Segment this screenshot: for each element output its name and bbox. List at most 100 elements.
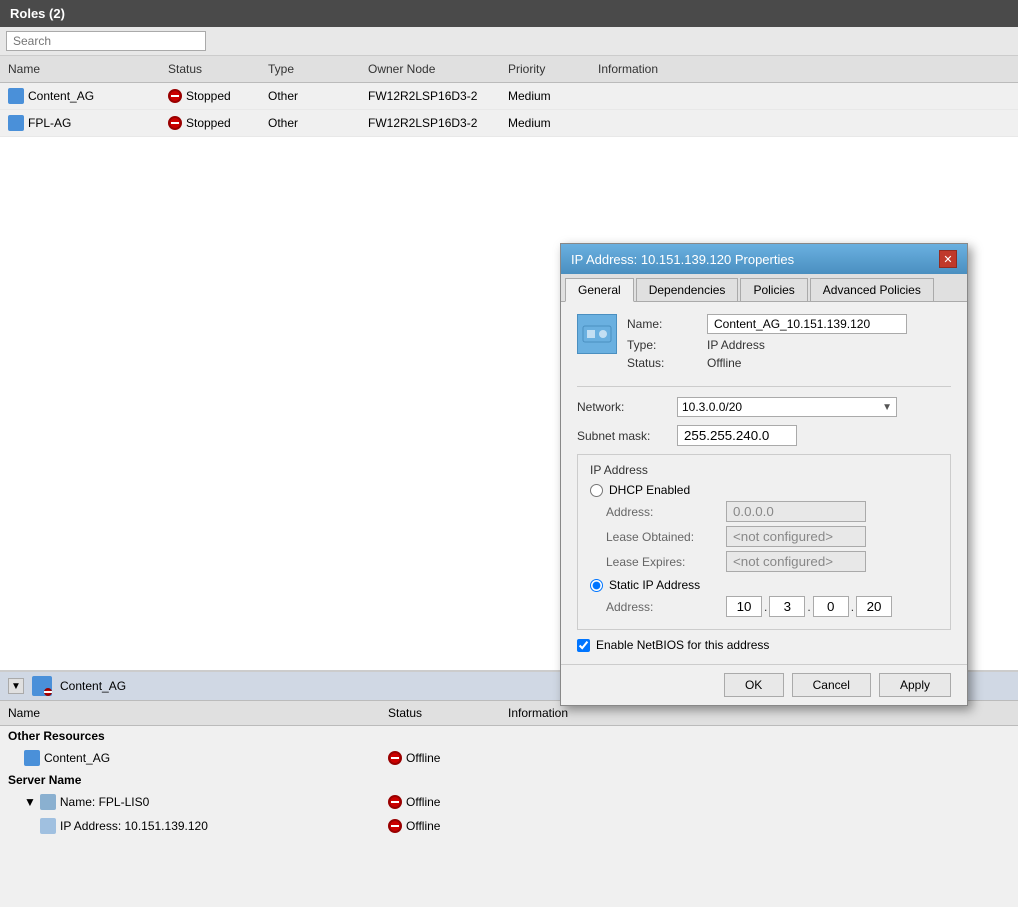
netbios-row: Enable NetBIOS for this address	[577, 638, 951, 652]
type-value: IP Address	[707, 338, 765, 352]
ok-button[interactable]: OK	[724, 673, 784, 697]
offline-icon	[388, 751, 402, 765]
lease-obtained-row: Lease Obtained:	[606, 526, 938, 547]
ip-octet3[interactable]	[813, 596, 849, 617]
network-row: Network: 10.3.0.0/20 ▼	[577, 397, 951, 417]
network-dropdown[interactable]: 10.3.0.0/20 ▼	[677, 397, 897, 417]
col-priority: Priority	[500, 60, 590, 78]
lease-expires-row: Lease Expires:	[606, 551, 938, 572]
cancel-button[interactable]: Cancel	[792, 673, 871, 697]
dhcp-address-label: Address:	[606, 505, 726, 519]
search-input[interactable]	[6, 31, 206, 51]
subnet-mask-input[interactable]	[677, 425, 797, 446]
type-label: Type:	[627, 338, 707, 352]
ip-address-boxes: . . .	[726, 596, 892, 617]
table-row[interactable]: FPL-AG Stopped Other FW12R2LSP16D3-2 Med…	[0, 110, 1018, 137]
resource-name-input[interactable]	[707, 314, 907, 334]
static-radio-row: Static IP Address	[590, 578, 938, 592]
row1-owner: FW12R2LSP16D3-2	[360, 87, 500, 105]
name-label: Name:	[627, 317, 707, 331]
netbios-checkbox[interactable]	[577, 639, 590, 652]
ip-address-name: IP Address: 10.151.139.120	[0, 816, 380, 836]
offline-icon	[388, 819, 402, 833]
expand-icon: ▼	[24, 795, 36, 809]
tab-policies[interactable]: Policies	[740, 278, 807, 301]
ip-address-status: Offline	[380, 817, 500, 835]
col-info: Information	[590, 60, 1018, 78]
search-bar	[0, 27, 1018, 56]
row1-type: Other	[260, 87, 360, 105]
ip-octet2[interactable]	[769, 596, 805, 617]
ip-address-info	[500, 824, 1018, 828]
dhcp-address-input	[726, 501, 866, 522]
panel-title: Roles (2)	[0, 0, 1018, 27]
subnet-mask-row: Subnet mask:	[577, 425, 951, 446]
ip-octet1[interactable]	[726, 596, 762, 617]
resource-icon	[24, 750, 40, 766]
row2-owner: FW12R2LSP16D3-2	[360, 114, 500, 132]
fpl-lis0-status: Offline	[380, 793, 500, 811]
lease-expires-label: Lease Expires:	[606, 555, 726, 569]
static-label: Static IP Address	[609, 578, 700, 592]
apply-button[interactable]: Apply	[879, 673, 951, 697]
ip-dot: .	[851, 600, 854, 614]
ip-octet4[interactable]	[856, 596, 892, 617]
row2-name: FPL-AG	[0, 113, 160, 133]
dhcp-label: DHCP Enabled	[609, 483, 690, 497]
type-field-row: Type: IP Address	[627, 338, 907, 352]
bottom-row[interactable]: ▼ Name: FPL-LIS0 Offline	[0, 790, 1018, 814]
dialog-footer: OK Cancel Apply	[561, 664, 967, 705]
dialog-close-button[interactable]: ✕	[939, 250, 957, 268]
tab-dependencies[interactable]: Dependencies	[636, 278, 739, 301]
ip-dot: .	[764, 600, 767, 614]
section-other-resources: Other Resources	[0, 726, 1018, 746]
row1-status: Stopped	[160, 87, 260, 105]
bottom-row[interactable]: IP Address: 10.151.139.120 Offline	[0, 814, 1018, 838]
lease-obtained-input	[726, 526, 866, 547]
dropdown-arrow-icon: ▼	[882, 402, 892, 413]
stop-badge	[44, 688, 52, 696]
network-label: Network:	[577, 400, 677, 414]
content-ag-status: Offline	[380, 749, 500, 767]
tab-advanced-policies[interactable]: Advanced Policies	[810, 278, 934, 301]
status-label: Status:	[627, 356, 707, 370]
col-name: Name	[0, 60, 160, 78]
static-radio[interactable]	[590, 579, 603, 592]
bottom-row[interactable]: Content_AG Offline	[0, 746, 1018, 770]
network-value: 10.3.0.0/20	[682, 400, 742, 414]
resource-icon	[577, 314, 617, 354]
section-server-name: Server Name	[0, 770, 1018, 790]
ip-address-section: IP Address DHCP Enabled Address: Lease O…	[577, 454, 951, 630]
static-address-label: Address:	[606, 600, 726, 614]
roles-table-header: Name Status Type Owner Node Priority Inf…	[0, 56, 1018, 83]
stopped-icon	[168, 116, 182, 130]
ip-section-title: IP Address	[590, 463, 938, 477]
dhcp-address-row: Address:	[606, 501, 938, 522]
dialog-body: Name: Type: IP Address Status: Offline	[561, 302, 967, 664]
bottom-table-body: Other Resources Content_AG Offline Serve…	[0, 726, 1018, 838]
content-ag-name: Content_AG	[0, 748, 380, 768]
lease-obtained-label: Lease Obtained:	[606, 530, 726, 544]
static-address-row: Address: . . .	[606, 596, 938, 617]
ip-properties-dialog: IP Address: 10.151.139.120 Properties ✕ …	[560, 243, 968, 706]
dhcp-radio[interactable]	[590, 484, 603, 497]
name-field-row: Name:	[627, 314, 907, 334]
fpl-lis0-info	[500, 800, 1018, 804]
status-field-row: Status: Offline	[627, 356, 907, 370]
fpl-lis0-name: ▼ Name: FPL-LIS0	[0, 792, 380, 812]
subnet-label: Subnet mask:	[577, 429, 677, 443]
row1-info	[590, 94, 1018, 98]
bottom-col-info: Information	[500, 704, 1018, 722]
roles-table-body: Content_AG Stopped Other FW12R2LSP16D3-2…	[0, 83, 1018, 137]
dhcp-fields: Address: Lease Obtained: Lease Expires:	[606, 501, 938, 572]
server-icon	[40, 794, 56, 810]
table-row[interactable]: Content_AG Stopped Other FW12R2LSP16D3-2…	[0, 83, 1018, 110]
role-icon	[8, 115, 24, 131]
col-type: Type	[260, 60, 360, 78]
expand-button[interactable]: ▼	[8, 678, 24, 694]
tab-general[interactable]: General	[565, 278, 634, 302]
row1-priority: Medium	[500, 87, 590, 105]
divider	[577, 386, 951, 387]
resource-info-section: Name: Type: IP Address Status: Offline	[577, 314, 951, 374]
stopped-icon	[168, 89, 182, 103]
